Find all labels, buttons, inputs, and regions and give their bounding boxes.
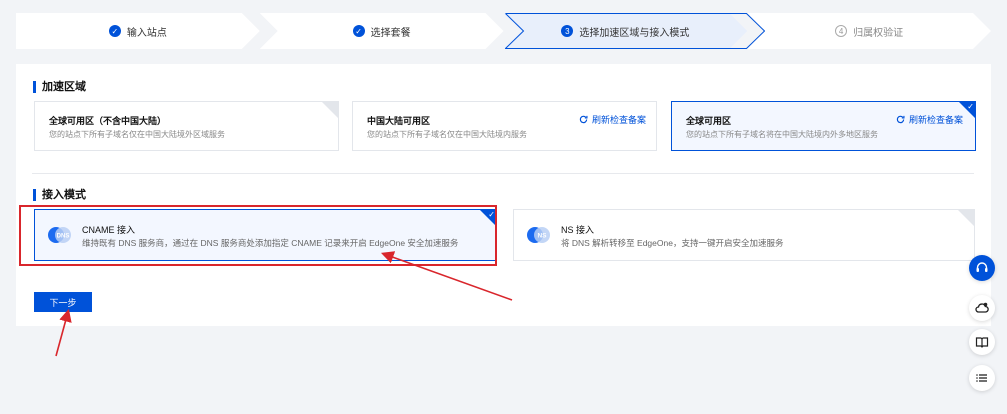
book-icon[interactable]: [969, 329, 995, 355]
annotation-arrow: [55, 308, 72, 357]
annotation-arrows: [55, 251, 513, 357]
list-icon[interactable]: [969, 365, 995, 391]
cloud-user-icon[interactable]: [969, 295, 995, 321]
headset-icon[interactable]: [969, 255, 995, 281]
annotation-arrow: [380, 251, 513, 301]
